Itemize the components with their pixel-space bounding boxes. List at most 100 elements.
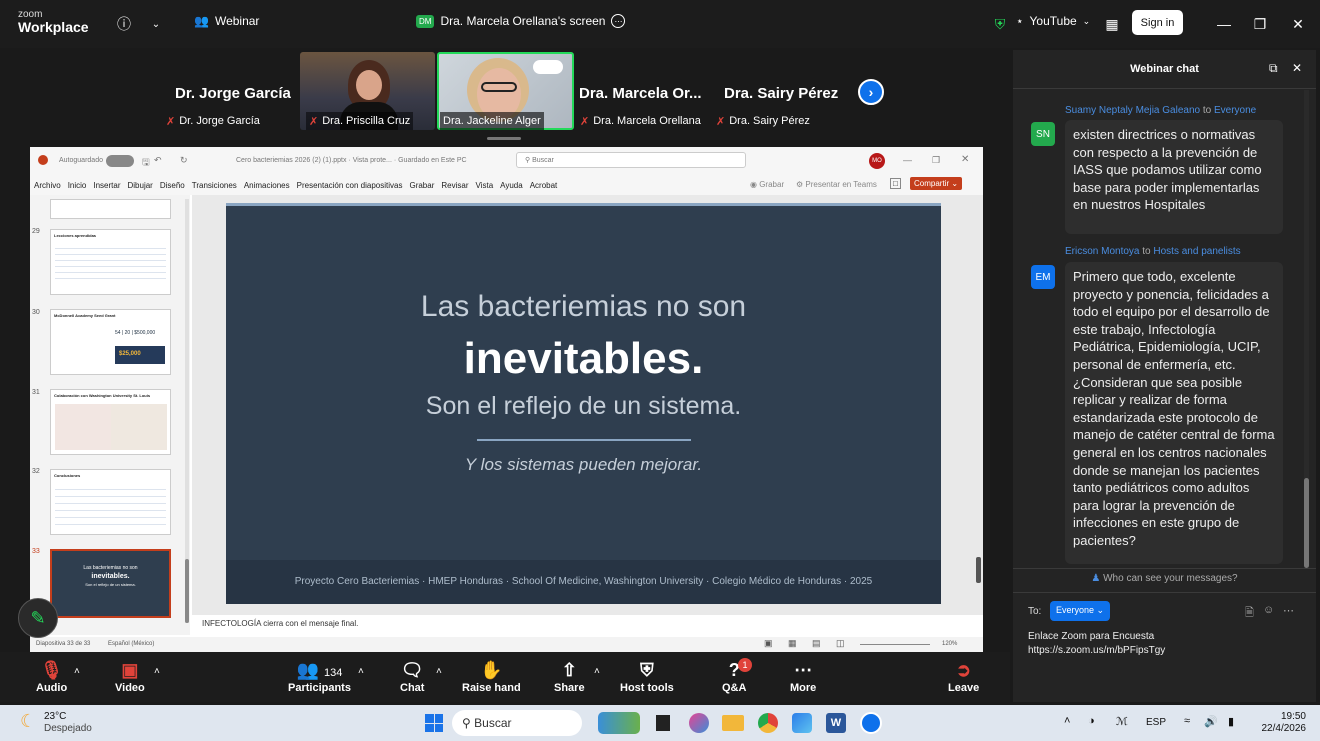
menu-insertar[interactable]: Insertar <box>93 181 120 190</box>
chat-message-input[interactable]: Enlace Zoom para Encuesta https://s.zoom… <box>1028 630 1304 670</box>
close-chat-icon[interactable]: ✕ <box>1292 61 1302 75</box>
host-tools-button[interactable]: ⛨ Host tools <box>620 658 674 694</box>
menu-grabar[interactable]: Grabar <box>409 181 434 190</box>
shield-check-icon[interactable]: ⛨ <box>988 12 1012 36</box>
weather-widget[interactable]: 23°C Despejado <box>44 711 92 735</box>
file-explorer-icon[interactable] <box>722 715 744 731</box>
copilot-icon[interactable] <box>689 713 709 733</box>
record-button[interactable]: ◉ Grabar <box>750 180 784 189</box>
word-icon[interactable]: W <box>826 713 846 733</box>
thumbnail-scrollbar[interactable] <box>185 199 189 623</box>
comments-icon[interactable]: □ <box>890 178 901 189</box>
menu-acrobat[interactable]: Acrobat <box>530 181 558 190</box>
chevron-up-icon[interactable]: ˄ <box>154 666 160 677</box>
close-icon[interactable]: ✕ <box>1286 12 1310 36</box>
autosave-toggle[interactable] <box>106 155 134 167</box>
sign-in-button[interactable]: Sign in <box>1132 10 1183 35</box>
chevron-up-icon[interactable]: ˄ <box>436 666 442 677</box>
strip-resize-handle[interactable] <box>487 137 521 140</box>
user-avatar[interactable]: MO <box>869 153 885 169</box>
clock[interactable]: 19:50 22/4/2026 <box>1252 711 1307 735</box>
chat-button[interactable]: 🗨 Chat <box>400 658 424 694</box>
menu-archivo[interactable]: Archivo <box>34 181 61 190</box>
more-options-icon[interactable]: ⋯ <box>611 14 626 28</box>
more-icon[interactable]: ⋯ <box>1283 604 1294 617</box>
restore-icon[interactable]: ❐ <box>1248 12 1272 36</box>
pen-icon[interactable]: ℳ <box>1116 715 1128 728</box>
menu-dibujar[interactable]: Dibujar <box>128 181 153 190</box>
chrome-icon[interactable] <box>758 713 778 733</box>
menu-vista[interactable]: Vista <box>476 181 494 190</box>
emoji-icon[interactable]: ☺ <box>1263 604 1274 616</box>
zoom-app-icon[interactable] <box>860 712 882 734</box>
who-can-see-link[interactable]: ♟ Who can see your messages? <box>1013 573 1316 584</box>
audio-button[interactable]: 🎙 Audio <box>36 658 67 694</box>
close-icon[interactable]: ✕ <box>961 154 969 165</box>
redo-icon[interactable]: ↻ <box>180 155 188 166</box>
minimize-icon[interactable]: — <box>1212 12 1236 36</box>
slide-thumbnail-selected[interactable]: Las bacteriemias no son inevitables. Son… <box>50 549 171 618</box>
minimize-icon[interactable]: — <box>903 155 912 165</box>
menu-inicio[interactable]: Inicio <box>68 181 87 190</box>
slide-thumbnail[interactable]: McDonnell Academy Seed Grant 54 | 20 | $… <box>50 309 171 375</box>
slideshow-icon[interactable]: ◫ <box>836 638 845 649</box>
slide-thumbnail[interactable]: Lecciones aprendidas <box>50 229 171 295</box>
slide-sorter-icon[interactable]: ▦ <box>788 638 797 649</box>
chevron-up-icon[interactable]: ˄ <box>74 666 80 677</box>
zoom-workplace-logo: zoom Workplace <box>18 9 89 35</box>
youtube-livestream-button[interactable]: ⋆ YouTube ⌄ <box>1016 14 1090 28</box>
wifi-icon[interactable]: ≈ <box>1184 715 1190 727</box>
taskbar-search-input[interactable]: ⚲ Buscar <box>452 710 582 736</box>
menu-diseno[interactable]: Diseño <box>160 181 185 190</box>
grid-view-icon[interactable]: ▦ <box>1100 12 1124 36</box>
slide-thumbnail[interactable] <box>50 199 171 219</box>
slide-scrollbar[interactable] <box>976 197 982 613</box>
share-button[interactable]: ⇧ Share <box>554 658 585 694</box>
input-language[interactable]: ESP <box>1146 717 1166 728</box>
chat-scrollbar[interactable] <box>1304 90 1309 568</box>
video-button[interactable]: ▣ Video <box>115 658 145 694</box>
save-icon[interactable]: 🖫 <box>142 155 150 171</box>
next-page-arrow-icon[interactable]: › <box>858 79 884 105</box>
undo-icon[interactable]: ↶ <box>154 155 162 166</box>
more-button[interactable]: ⋯ More <box>790 658 816 694</box>
present-in-teams-button[interactable]: ⚙ Presentar en Teams <box>796 180 877 189</box>
menu-ayuda[interactable]: Ayuda <box>500 181 523 190</box>
leave-button[interactable]: ➲ Leave <box>948 658 979 694</box>
sharer-avatar: DM <box>416 14 435 28</box>
network-icon[interactable]: ◑ <box>1088 715 1095 727</box>
reading-view-icon[interactable]: ▤ <box>812 638 821 649</box>
menu-transiciones[interactable]: Transiciones <box>192 181 237 190</box>
menu-animaciones[interactable]: Animaciones <box>244 181 290 190</box>
ppt-search-input[interactable]: ⚲ Buscar <box>516 152 746 168</box>
task-view-icon[interactable] <box>656 715 670 731</box>
normal-view-icon[interactable]: ▣ <box>764 638 773 649</box>
message-sender: Suamy Neptaly Mejia Galeano to Everyone <box>1065 105 1257 116</box>
info-icon[interactable]: ⓘ <box>112 12 136 36</box>
file-icon[interactable]: 🗎 <box>1245 604 1254 623</box>
recipient-dropdown[interactable]: Everyone ⌄ <box>1050 601 1111 621</box>
chevron-up-icon[interactable]: ˄ <box>358 666 364 677</box>
annotate-pencil-icon[interactable]: ✎ <box>18 598 58 638</box>
participants-button[interactable]: 👥 134 Participants <box>288 658 351 694</box>
slide-thumbnail[interactable]: Conclusiones <box>50 469 171 535</box>
restore-icon[interactable]: ❐ <box>932 155 940 166</box>
chevron-down-icon[interactable]: ⌄ <box>144 12 168 36</box>
volume-icon[interactable]: 🔊 <box>1204 715 1218 728</box>
widgets-icon[interactable] <box>598 712 640 734</box>
share-button[interactable]: Compartir ⌄ <box>910 177 963 190</box>
raise-hand-button[interactable]: ✋ Raise hand <box>462 658 521 694</box>
battery-icon[interactable]: ▮ <box>1228 715 1234 728</box>
menu-revisar[interactable]: Revisar <box>441 181 468 190</box>
zoom-slider[interactable] <box>860 644 930 645</box>
slide-thumbnail[interactable]: Colaboración con Washington University S… <box>50 389 171 455</box>
speaker-notes[interactable]: INFECTOLOGÍA cierra con el mensaje final… <box>192 615 983 635</box>
photos-icon[interactable] <box>792 713 812 733</box>
popout-icon[interactable]: ⧉ <box>1269 61 1278 76</box>
slide-line-3: Son el reflejo de un sistema. <box>425 392 742 420</box>
show-hidden-icons[interactable]: ˄ <box>1064 715 1070 727</box>
menu-presentacion[interactable]: Presentación con diapositivas <box>297 181 403 190</box>
current-slide[interactable]: Las bacteriemias no son inevitables. Son… <box>226 203 941 604</box>
chevron-up-icon[interactable]: ˄ <box>594 666 600 677</box>
windows-start-icon[interactable] <box>425 714 443 732</box>
